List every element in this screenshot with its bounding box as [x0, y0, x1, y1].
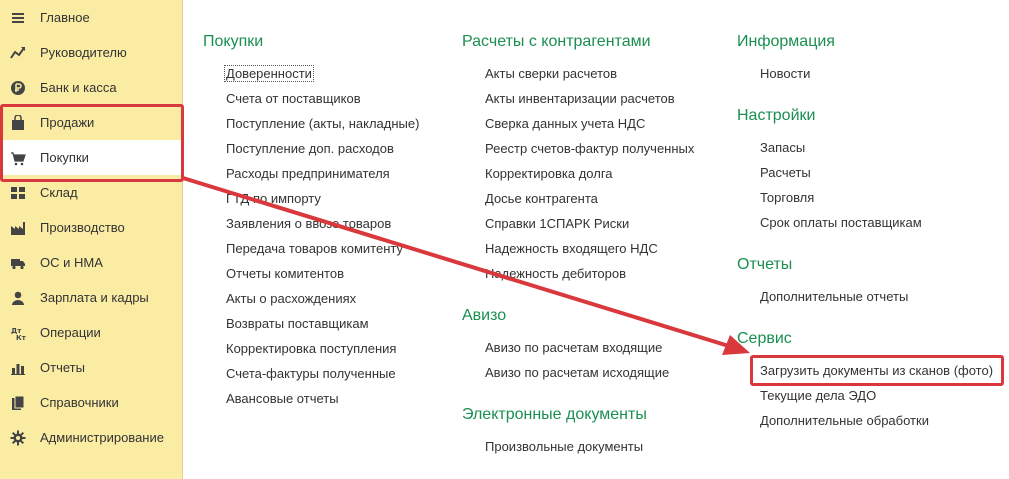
factory-icon: [10, 220, 26, 236]
link-vat-reliability[interactable]: Надежность входящего НДС: [485, 241, 658, 256]
trend-chart-icon: [10, 45, 26, 61]
link-arbitrary-documents[interactable]: Произвольные документы: [485, 439, 643, 454]
link-aviso-outgoing[interactable]: Авизо по расчетам исходящие: [485, 365, 669, 380]
link-power-of-attorney[interactable]: Доверенности: [224, 65, 314, 82]
link-additional-reports[interactable]: Дополнительные отчеты: [760, 289, 908, 304]
section-title-info: Информация: [737, 33, 835, 50]
sidebar-item-label: Банк и касса: [40, 80, 117, 95]
books-icon: [10, 395, 26, 411]
sidebar-item-label: Производство: [40, 220, 125, 235]
sidebar-item-directories[interactable]: Справочники: [0, 385, 183, 420]
link-reconciliation-acts[interactable]: Акты сверки расчетов: [485, 66, 617, 81]
sidebar-item-label: Руководителю: [40, 45, 127, 60]
sidebar-item-production[interactable]: Производство: [0, 210, 183, 245]
link-inventory-acts[interactable]: Акты инвентаризации расчетов: [485, 91, 675, 106]
link-vat-reconciliation[interactable]: Сверка данных учета НДС: [485, 116, 645, 131]
sidebar-item-director[interactable]: Руководителю: [0, 35, 183, 70]
sidebar-item-label: Справочники: [40, 395, 119, 410]
section-title-settlements: Расчеты с контрагентами: [462, 33, 651, 50]
debit-credit-icon: Дт Кт: [10, 325, 26, 341]
link-supplier-returns[interactable]: Возвраты поставщикам: [226, 316, 369, 331]
link-news[interactable]: Новости: [760, 66, 810, 81]
sidebar-item-label: Склад: [40, 185, 78, 200]
sidebar-item-bank[interactable]: Банк и касса: [0, 70, 183, 105]
link-counterparty-dossier[interactable]: Досье контрагента: [485, 191, 598, 206]
link-trade[interactable]: Торговля: [760, 190, 814, 205]
person-icon: [10, 290, 26, 306]
link-advance-reports[interactable]: Авансовые отчеты: [226, 391, 339, 406]
link-edo-tasks[interactable]: Текущие дела ЭДО: [760, 388, 876, 403]
link-supplier-payment-terms[interactable]: Срок оплаты поставщикам: [760, 215, 922, 230]
link-receipts[interactable]: Поступление (акты, накладные): [226, 116, 419, 131]
link-debtor-reliability[interactable]: Надежность дебиторов: [485, 266, 626, 281]
link-settlement-settings[interactable]: Расчеты: [760, 165, 811, 180]
sidebar-item-label: Главное: [40, 10, 90, 25]
link-receipt-adjustment[interactable]: Корректировка поступления: [226, 341, 396, 356]
sidebar-item-operations[interactable]: Дт Кт Операции: [0, 315, 183, 350]
sidebar-item-salary[interactable]: Зарплата и кадры: [0, 280, 183, 315]
annotation-highlight-box: [750, 355, 1004, 386]
link-additional-costs[interactable]: Поступление доп. расходов: [226, 141, 394, 156]
link-import-statements[interactable]: Заявления о ввозе товаров: [226, 216, 391, 231]
gear-icon: [10, 430, 26, 446]
sidebar-item-label: Отчеты: [40, 360, 85, 375]
sidebar-item-assets[interactable]: ОС и НМА: [0, 245, 183, 280]
sidebar: Главное Руководителю Банк и касса Продаж…: [0, 0, 183, 479]
link-supplier-invoices[interactable]: Счета от поставщиков: [226, 91, 361, 106]
section-title-settings: Настройки: [737, 107, 816, 124]
link-stocks[interactable]: Запасы: [760, 140, 805, 155]
hamburger-menu-icon: [10, 10, 26, 26]
link-entrepreneur-expenses[interactable]: Расходы предпринимателя: [226, 166, 390, 181]
section-title-edocs: Электронные документы: [462, 406, 647, 423]
sidebar-item-label: Зарплата и кадры: [40, 290, 149, 305]
sidebar-item-reports[interactable]: Отчеты: [0, 350, 183, 385]
link-transfer-to-principal[interactable]: Передача товаров комитенту: [226, 241, 403, 256]
section-title-reports: Отчеты: [737, 256, 793, 273]
annotation-highlight-box: [0, 104, 184, 182]
bar-chart-icon: [10, 360, 26, 376]
link-discrepancy-acts[interactable]: Акты о расхождениях: [226, 291, 356, 306]
svg-text:Кт: Кт: [16, 334, 26, 341]
link-customs-declarations[interactable]: ГТД по импорту: [226, 191, 321, 206]
sidebar-item-label: ОС и НМА: [40, 255, 103, 270]
sidebar-item-main[interactable]: Главное: [0, 0, 183, 35]
link-received-invoices[interactable]: Счета-фактуры полученные: [226, 366, 396, 381]
sidebar-item-label: Администрирование: [40, 430, 164, 445]
link-debt-adjustment[interactable]: Корректировка долга: [485, 166, 613, 181]
section-title-purchases: Покупки: [203, 33, 264, 50]
link-invoice-register[interactable]: Реестр счетов-фактур полученных: [485, 141, 694, 156]
warehouse-grid-icon: [10, 185, 26, 201]
section-title-service: Сервис: [737, 330, 792, 347]
link-principal-reports[interactable]: Отчеты комитентов: [226, 266, 344, 281]
truck-icon: [10, 255, 26, 271]
section-title-aviso: Авизо: [462, 307, 507, 324]
sidebar-item-administration[interactable]: Администрирование: [0, 420, 183, 455]
link-aviso-incoming[interactable]: Авизо по расчетам входящие: [485, 340, 662, 355]
ruble-coin-icon: [10, 80, 26, 96]
link-spark-risks[interactable]: Справки 1СПАРК Риски: [485, 216, 629, 231]
sidebar-item-label: Операции: [40, 325, 101, 340]
link-additional-processing[interactable]: Дополнительные обработки: [760, 413, 929, 428]
